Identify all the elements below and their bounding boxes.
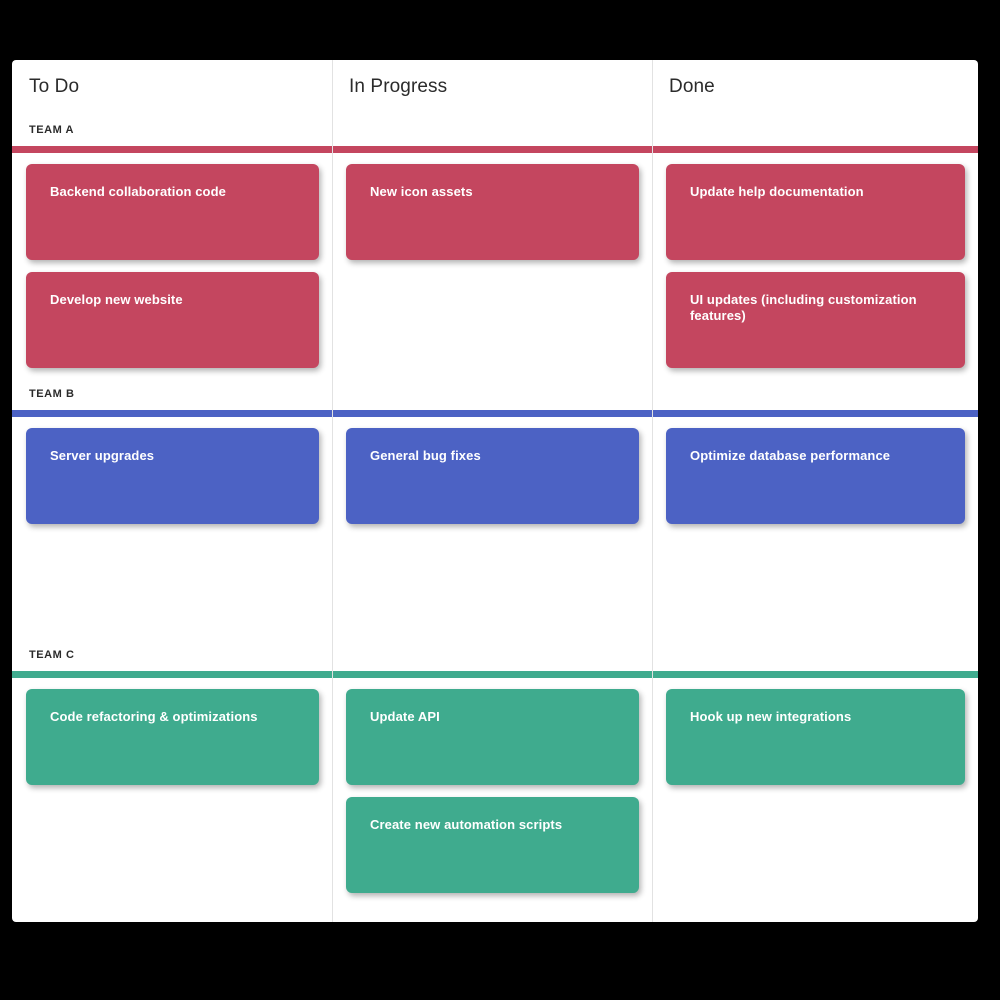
card[interactable]: UI updates (including customization feat… — [666, 272, 965, 368]
swimlane-label-cell-inprogress — [332, 376, 652, 410]
card-title: Backend collaboration code — [50, 184, 226, 199]
card[interactable]: Code refactoring & optimizations — [26, 689, 319, 785]
lane-column-team-b-done[interactable]: Optimize database performance — [652, 417, 978, 637]
card[interactable]: Update help documentation — [666, 164, 965, 260]
lane-column-team-c-todo[interactable]: Code refactoring & optimizations — [12, 678, 332, 910]
card-title: Create new automation scripts — [370, 817, 563, 832]
lane-column-team-a-done[interactable]: Update help documentation UI updates (in… — [652, 153, 978, 376]
card-title: Optimize database performance — [690, 448, 891, 463]
card-title: General bug fixes — [370, 448, 481, 463]
swimlane-label-cell-inprogress — [332, 112, 652, 146]
column-header-todo[interactable]: To Do — [12, 60, 332, 112]
card-title: Hook up new integrations — [690, 709, 852, 724]
column-header-done[interactable]: Done — [652, 60, 978, 112]
swimlane-team-a: TEAM A Backend collaboration code Develo… — [12, 112, 978, 376]
swimlane-label-cell-todo: TEAM C — [12, 637, 332, 671]
lane-column-team-a-todo[interactable]: Backend collaboration code Develop new w… — [12, 153, 332, 376]
swimlane-label-cell-todo: TEAM B — [12, 376, 332, 410]
swimlane-body-team-c: Code refactoring & optimizations Update … — [12, 678, 978, 910]
swimlane-label-cell-todo: TEAM A — [12, 112, 332, 146]
lane-column-team-c-done[interactable]: Hook up new integrations — [652, 678, 978, 910]
card[interactable]: Create new automation scripts — [346, 797, 639, 893]
swimlane-color-bar-team-c — [12, 671, 978, 678]
swimlane-label-row-team-c: TEAM C — [12, 637, 978, 671]
swimlane-label-row-team-a: TEAM A — [12, 112, 978, 146]
swimlane-label-cell-done — [652, 112, 978, 146]
swimlane-team-b: TEAM B Server upgrades General bug fixes… — [12, 376, 978, 637]
card[interactable]: Backend collaboration code — [26, 164, 319, 260]
card[interactable]: Develop new website — [26, 272, 319, 368]
lane-column-team-b-todo[interactable]: Server upgrades — [12, 417, 332, 637]
column-title-inprogress: In Progress — [349, 76, 448, 97]
kanban-board: To Do In Progress Done TEAM A Backend co… — [12, 60, 978, 922]
column-header-inprogress[interactable]: In Progress — [332, 60, 652, 112]
card-title: Update API — [370, 709, 440, 724]
card-title: Server upgrades — [50, 448, 155, 463]
column-title-done: Done — [669, 76, 715, 97]
swimlane-team-c: TEAM C Code refactoring & optimizations … — [12, 637, 978, 910]
column-title-todo: To Do — [29, 76, 80, 97]
swimlane-label-cell-done — [652, 376, 978, 410]
card-title: New icon assets — [370, 184, 473, 199]
card-title: Update help documentation — [690, 184, 864, 199]
lane-column-team-c-inprogress[interactable]: Update API Create new automation scripts — [332, 678, 652, 910]
column-header-row: To Do In Progress Done — [12, 60, 978, 112]
card[interactable]: General bug fixes — [346, 428, 639, 524]
swimlane-label-team-a: TEAM A — [29, 124, 75, 136]
card[interactable]: Server upgrades — [26, 428, 319, 524]
swimlane-label-cell-done — [652, 637, 978, 671]
lane-column-team-b-inprogress[interactable]: General bug fixes — [332, 417, 652, 637]
card[interactable]: Optimize database performance — [666, 428, 965, 524]
card[interactable]: Hook up new integrations — [666, 689, 965, 785]
swimlane-label-team-b: TEAM B — [29, 388, 75, 400]
swimlane-label-team-c: TEAM C — [29, 649, 75, 661]
swimlane-label-cell-inprogress — [332, 637, 652, 671]
swimlane-body-team-a: Backend collaboration code Develop new w… — [12, 153, 978, 376]
swimlane-body-team-b: Server upgrades General bug fixes Optimi… — [12, 417, 978, 637]
swimlane-color-bar-team-b — [12, 410, 978, 417]
card[interactable]: New icon assets — [346, 164, 639, 260]
swimlane-color-bar-team-a — [12, 146, 978, 153]
card-title: UI updates (including customization feat… — [690, 292, 917, 323]
swimlane-label-row-team-b: TEAM B — [12, 376, 978, 410]
card[interactable]: Update API — [346, 689, 639, 785]
card-title: Develop new website — [50, 292, 183, 307]
lane-column-team-a-inprogress[interactable]: New icon assets — [332, 153, 652, 376]
card-title: Code refactoring & optimizations — [50, 709, 258, 724]
